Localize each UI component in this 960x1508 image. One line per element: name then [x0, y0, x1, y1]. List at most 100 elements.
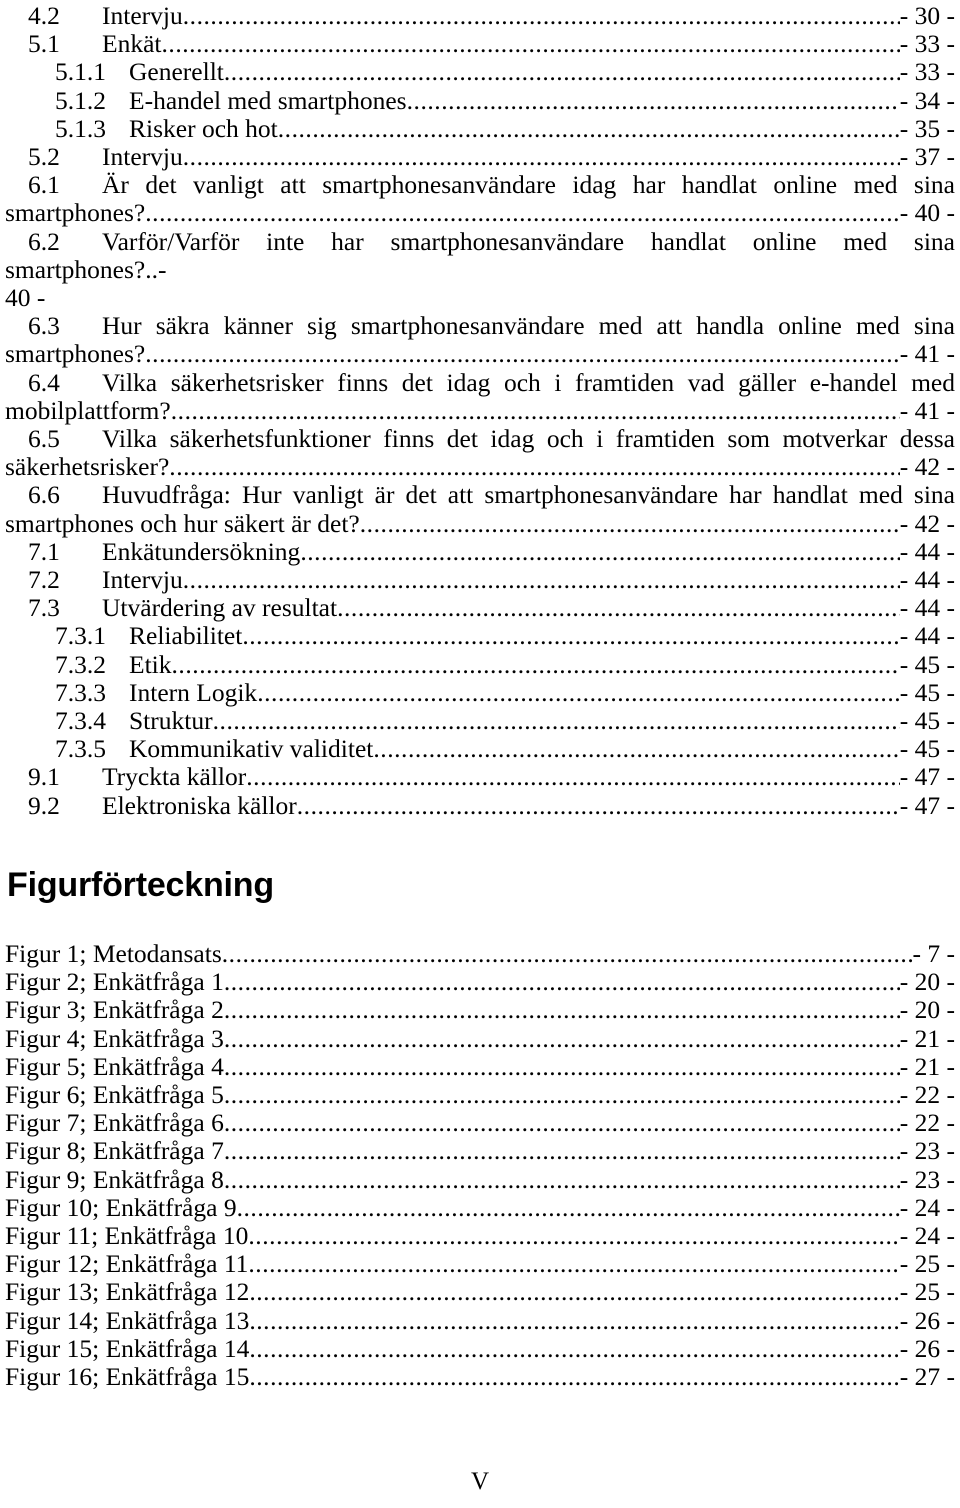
figure-row[interactable]: Figur 9; Enkätfråga 8...................… — [5, 1164, 955, 1194]
dot-leader: ........................................… — [223, 968, 900, 997]
figure-row[interactable]: Figur 12; Enkätfråga 11.................… — [5, 1250, 955, 1278]
toc-row[interactable]: 7.3.4 Struktur...........................… — [5, 706, 955, 736]
figure-row[interactable]: Figur 6; Enkätfråga 5...................… — [5, 1080, 955, 1110]
toc-entry-line-continuation: smartphones?............................… — [5, 340, 955, 368]
dot-leader: ........................................… — [337, 594, 900, 623]
toc-entry-page: - 41 - — [899, 395, 955, 425]
toc-entry-number: 7.3.2 — [55, 649, 106, 679]
toc-entry-number: 9.2 — [28, 790, 60, 820]
toc-row[interactable]: 6.6 Huvudfråga: Hur vanligt är det att sm… — [5, 481, 955, 538]
toc-row[interactable]: 7.3.3 Intern Logik.......................… — [5, 677, 955, 707]
toc-entry-title: Varför/Varför inte har smartphonesanvänd… — [5, 226, 955, 284]
toc-row[interactable]: 7.2 Intervju.............................… — [5, 565, 955, 595]
toc-row[interactable]: 5.1.2 E-handel med smartphones...........… — [5, 86, 955, 115]
dot-leader: ........................................… — [359, 509, 900, 538]
toc-entry-page: - 33 - — [899, 57, 955, 87]
toc-entry-number: 5.1.1 — [55, 57, 106, 87]
toc-entry-number: 7.3.3 — [55, 677, 106, 707]
figure-row[interactable]: Figur 8; Enkätfråga 7...................… — [5, 1137, 955, 1165]
toc-row[interactable]: 9.2 Elektroniska källor..................… — [5, 790, 955, 820]
toc-entry-line-primary: 6.6 Huvudfråga: Hur vanligt är det att sm… — [5, 481, 955, 509]
figure-row[interactable]: Figur 2; Enkätfråga 1...................… — [5, 968, 955, 996]
dot-leader: ........................................… — [182, 566, 900, 595]
toc-row[interactable]: 7.3 Utvärdering av resultat..............… — [5, 594, 955, 622]
toc-entry-number: 6.4 — [28, 367, 60, 397]
toc-row[interactable]: 6.3 Hur säkra känner sig smartphonesanvän… — [5, 311, 955, 369]
figure-row[interactable]: Figur 1; Metodansats....................… — [5, 939, 955, 968]
toc-entry-title-continued: mobilplattform? — [5, 395, 171, 425]
figure-row[interactable]: Figur 5; Enkätfråga 4...................… — [5, 1051, 955, 1081]
dot-leader: ........................................… — [257, 678, 900, 707]
figure-entry-page: - 21 - — [899, 1051, 955, 1081]
figure-entry-page: - 20 - — [899, 967, 955, 997]
dot-leader: ........................................… — [182, 143, 900, 172]
toc-entry-number: 7.3.5 — [55, 734, 106, 764]
toc-entry-page: - 45 - — [899, 734, 955, 764]
figure-row[interactable]: Figur 13; Enkätfråga 12.................… — [5, 1278, 955, 1306]
figure-entry-title: Figur 3; Enkätfråga 2 — [5, 995, 224, 1025]
toc-row[interactable]: 9.1 Tryckta källor.......................… — [5, 763, 955, 791]
figure-entry-title: Figur 9; Enkätfråga 8 — [5, 1164, 224, 1194]
figure-entry-title: Figur 5; Enkätfråga 4 — [5, 1051, 224, 1081]
toc-entry-page: - 37 - — [899, 142, 955, 172]
toc-entry-page: - 35 - — [899, 113, 955, 143]
figure-entry-title: Figur 16; Enkätfråga 15 — [5, 1362, 250, 1392]
figure-list: Figur 1; Metodansats....................… — [5, 939, 955, 1392]
toc-entry-line-continuation: smartphones och hur säkert är det?......… — [5, 509, 955, 538]
dot-leader: ........................................… — [223, 1137, 900, 1166]
figure-row[interactable]: Figur 3; Enkätfråga 2...................… — [5, 996, 955, 1024]
figure-row[interactable]: Figur 14; Enkätfråga 13.................… — [5, 1305, 955, 1335]
toc-entry-line-primary: 6.2 Varför/Varför inte har smartphonesanv… — [5, 226, 955, 284]
toc-entry-number: 5.2 — [28, 142, 60, 172]
toc-row[interactable]: 5.1 Enkät................................… — [5, 30, 955, 58]
figure-entry-title: Figur 8; Enkätfråga 7 — [5, 1136, 224, 1166]
dot-leader: ........................................… — [406, 86, 900, 115]
dot-leader: ........................................… — [223, 996, 900, 1025]
toc-row[interactable]: 6.4 Vilka säkerhetsrisker finns det idag … — [5, 367, 955, 425]
toc-entry-number: 7.1 — [28, 536, 60, 566]
dot-leader: ........................................… — [212, 707, 900, 736]
dot-leader: ........................................… — [249, 1363, 900, 1392]
figure-entry-title: Figur 11; Enkätfråga 10 — [5, 1221, 249, 1251]
toc-row[interactable]: 7.1 Enkätundersökning....................… — [5, 536, 955, 566]
figure-row[interactable]: Figur 11; Enkätfråga 10.................… — [5, 1221, 955, 1251]
toc-entry-title: Elektroniska källor — [102, 790, 297, 820]
dot-leader: ........................................… — [236, 1193, 900, 1222]
toc-entry-page: - 44 - — [899, 621, 955, 651]
figure-row[interactable]: Figur 4; Enkätfråga 3...................… — [5, 1024, 955, 1053]
toc-row[interactable]: 7.3.5 Kommunikativ validitet.............… — [5, 735, 955, 763]
toc-entry-title-continued: säkerhetsrisker? — [5, 452, 170, 482]
toc-entry-title: Intervju — [102, 1, 183, 30]
toc-entry-number: 7.3 — [28, 593, 60, 623]
toc-row[interactable]: 7.3.2 Etik...............................… — [5, 649, 955, 679]
dot-leader: ........................................… — [223, 1081, 900, 1110]
dot-leader: ........................................… — [223, 58, 900, 87]
figure-list-heading: Figurförteckning — [7, 866, 274, 904]
toc-entry-line-primary: 6.5 Vilka säkerhetsfunktioner finns det i… — [5, 424, 955, 453]
figure-row[interactable]: Figur 16; Enkätfråga 15.................… — [5, 1362, 955, 1392]
toc-entry-title: Hur säkra känner sig smartphonesanvändar… — [102, 311, 955, 341]
figure-entry-page: - 20 - — [899, 995, 955, 1025]
figure-entry-title: Figur 6; Enkätfråga 5 — [5, 1080, 224, 1110]
toc-entry-number: 7.3.4 — [55, 706, 106, 736]
toc-row[interactable]: 5.1.1 Generellt..........................… — [5, 58, 955, 86]
toc-row[interactable]: 6.1 Är det vanligt att smartphonesanvända… — [5, 171, 955, 228]
figure-row[interactable]: Figur 10; Enkätfråga 9..................… — [5, 1193, 955, 1222]
toc-row[interactable]: 5.2 Intervju.............................… — [5, 142, 955, 172]
toc-row[interactable]: 4.2 Intervju.............................… — [5, 1, 955, 30]
figure-row[interactable]: Figur 7; Enkätfråga 6...................… — [5, 1109, 955, 1137]
figure-entry-title: Figur 14; Enkätfråga 13 — [5, 1305, 250, 1335]
toc-row[interactable]: 6.2 Varför/Varför inte har smartphonesanv… — [5, 226, 955, 313]
toc-entry-page: - 47 - — [899, 790, 955, 820]
figure-entry-title: Figur 12; Enkätfråga 11 — [5, 1249, 249, 1279]
figure-row[interactable]: Figur 15; Enkätfråga 14.................… — [5, 1334, 955, 1363]
toc-entry-number: 6.2 — [28, 226, 60, 256]
toc-entry-number: 5.1 — [28, 29, 60, 59]
toc-row[interactable]: 6.5 Vilka säkerhetsfunktioner finns det i… — [5, 424, 955, 482]
dot-leader: ........................................… — [161, 30, 899, 59]
dot-leader: ........................................… — [171, 650, 900, 679]
dot-leader: ........................................… — [145, 340, 900, 369]
toc-row[interactable]: 5.1.3 Risker och hot.....................… — [5, 113, 955, 143]
dot-leader: ........................................… — [248, 1222, 900, 1251]
toc-row[interactable]: 7.3.1 Reliabilitet.......................… — [5, 622, 955, 650]
